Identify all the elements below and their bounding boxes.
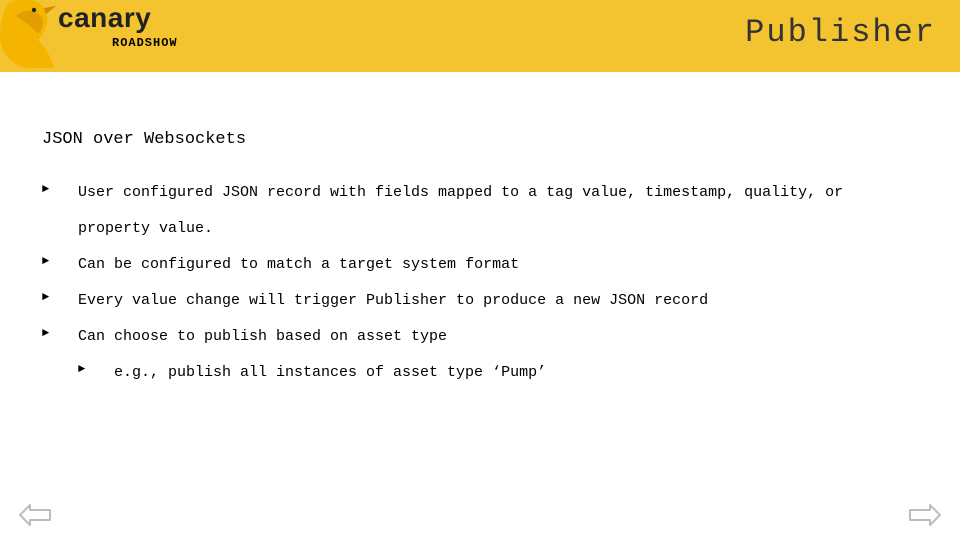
canary-bird-icon xyxy=(0,0,58,74)
list-item: e.g., publish all instances of asset typ… xyxy=(42,355,918,391)
slide-content: JSON over Websockets User configured JSO… xyxy=(42,120,918,391)
bullet-text: Every value change will trigger Publishe… xyxy=(78,292,708,309)
prev-slide-button[interactable] xyxy=(18,502,52,528)
bullet-text: User configured JSON record with fields … xyxy=(78,184,843,237)
brand-logo: canary ROADSHOW xyxy=(0,0,200,84)
bullet-list: User configured JSON record with fields … xyxy=(42,175,918,391)
next-slide-button[interactable] xyxy=(908,502,942,528)
list-item: Every value change will trigger Publishe… xyxy=(42,283,918,319)
arrow-left-icon xyxy=(18,502,52,528)
list-item: Can choose to publish based on asset typ… xyxy=(42,319,918,355)
bullet-text: Can be configured to match a target syst… xyxy=(78,256,519,273)
bullet-text: e.g., publish all instances of asset typ… xyxy=(114,364,546,381)
header-bar: canary ROADSHOW Publisher xyxy=(0,0,960,72)
bullet-text: Can choose to publish based on asset typ… xyxy=(78,328,447,345)
list-item: Can be configured to match a target syst… xyxy=(42,247,918,283)
slide: canary ROADSHOW Publisher JSON over Webs… xyxy=(0,0,960,540)
brand-wordmark: canary xyxy=(58,2,151,34)
brand-subtitle: ROADSHOW xyxy=(112,36,178,50)
arrow-right-icon xyxy=(908,502,942,528)
section-heading: JSON over Websockets xyxy=(42,120,918,161)
page-title: Publisher xyxy=(745,14,936,51)
list-item: User configured JSON record with fields … xyxy=(42,175,918,247)
